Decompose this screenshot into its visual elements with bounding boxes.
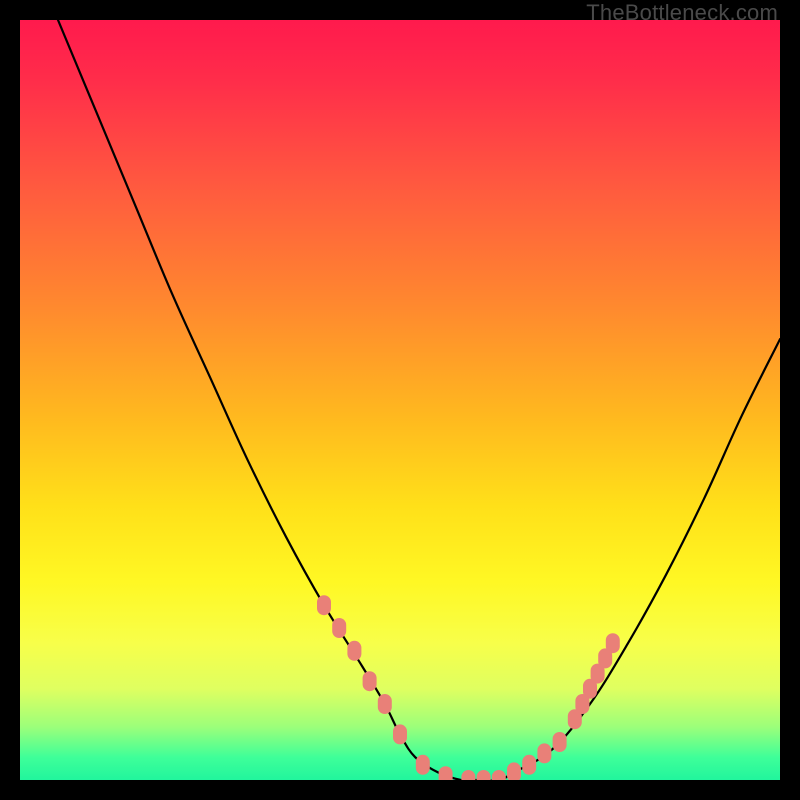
marker-dot	[317, 595, 331, 615]
marker-dot	[393, 724, 407, 744]
marker-dot	[439, 766, 453, 780]
highlight-markers	[317, 595, 620, 780]
bottleneck-curve	[58, 20, 780, 780]
marker-dot	[416, 755, 430, 775]
marker-dot	[606, 633, 620, 653]
marker-dot	[507, 762, 521, 780]
marker-dot	[477, 770, 491, 780]
marker-dot	[363, 671, 377, 691]
curve-svg	[20, 20, 780, 780]
marker-dot	[378, 694, 392, 714]
marker-dot	[522, 755, 536, 775]
marker-dot	[332, 618, 346, 638]
marker-dot	[461, 770, 475, 780]
marker-dot	[492, 770, 506, 780]
marker-dot	[537, 743, 551, 763]
marker-dot	[347, 641, 361, 661]
plot-area	[20, 20, 780, 780]
marker-dot	[553, 732, 567, 752]
chart-frame: TheBottleneck.com	[0, 0, 800, 800]
